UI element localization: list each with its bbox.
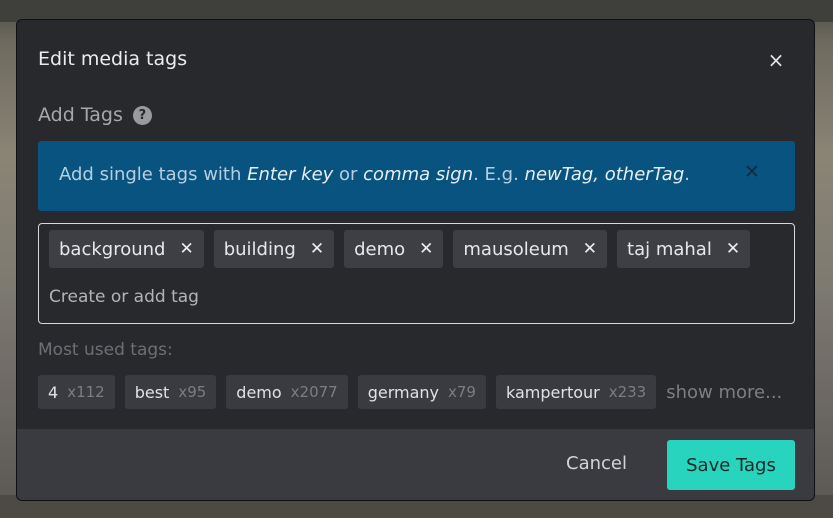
most-used-tag[interactable]: best x95 <box>124 375 217 409</box>
most-used-tag-count: x95 <box>178 383 207 401</box>
add-tags-label: Add Tags <box>38 104 123 126</box>
create-tag-input[interactable] <box>49 287 649 307</box>
save-tags-button[interactable]: Save Tags <box>667 440 795 490</box>
cancel-button[interactable]: Cancel <box>566 453 627 474</box>
tag-input-box[interactable]: background ✕ building ✕ demo ✕ mausoleum… <box>38 223 795 324</box>
info-alert: Add single tags with Enter key or comma … <box>38 141 795 211</box>
most-used-tag[interactable]: demo x2077 <box>226 375 348 409</box>
info-emphasis-enter-key: Enter key <box>247 164 334 185</box>
most-used-tag-count: x112 <box>67 383 105 401</box>
info-text-part: . <box>684 164 690 185</box>
modal-title: Edit media tags <box>38 48 188 70</box>
most-used-tag-name: demo <box>236 382 282 402</box>
tag-chip: taj mahal ✕ <box>617 230 751 268</box>
edit-tags-modal: Edit media tags × Add Tags ? Add single … <box>16 19 815 501</box>
most-used-tag-count: x2077 <box>290 383 338 401</box>
most-used-tag-name: 4 <box>48 382 59 402</box>
add-tags-label-row: Add Tags ? <box>38 104 152 126</box>
help-icon[interactable]: ? <box>132 105 152 125</box>
tag-chip: mausoleum ✕ <box>453 230 608 268</box>
tag-chip: demo ✕ <box>344 230 444 268</box>
info-text-part: . E.g. <box>473 164 525 185</box>
tag-chip: background ✕ <box>49 230 204 268</box>
most-used-tag[interactable]: 4 x112 <box>38 375 115 409</box>
tag-chip: building ✕ <box>213 230 335 268</box>
selected-tags: background ✕ building ✕ demo ✕ mausoleum… <box>49 230 751 268</box>
remove-tag-icon[interactable]: ✕ <box>179 239 193 259</box>
most-used-tag-name: germany <box>367 382 440 402</box>
dismiss-info-icon[interactable]: ✕ <box>744 161 760 183</box>
remove-tag-icon[interactable]: ✕ <box>583 239 597 259</box>
most-used-tag-name: best <box>134 382 170 402</box>
remove-tag-icon[interactable]: ✕ <box>310 239 324 259</box>
most-used-tag-count: x233 <box>608 383 647 401</box>
info-text-part: or <box>333 164 364 185</box>
tag-label: taj mahal <box>627 238 712 260</box>
tag-label: background <box>59 238 166 260</box>
info-text: Add single tags with Enter key or comma … <box>59 164 690 185</box>
most-used-tag[interactable]: kampertour x233 <box>495 375 657 409</box>
remove-tag-icon[interactable]: ✕ <box>419 239 433 259</box>
remove-tag-icon[interactable]: ✕ <box>726 239 740 259</box>
info-emphasis-example: newTag, otherTag <box>524 164 685 185</box>
show-more-link[interactable]: show more... <box>666 382 782 403</box>
close-icon[interactable]: × <box>766 49 786 71</box>
info-emphasis-comma-sign: comma sign <box>363 164 474 185</box>
tag-label: mausoleum <box>463 238 569 260</box>
most-used-tag-name: kampertour <box>505 382 600 402</box>
info-text-part: Add single tags with <box>59 164 248 185</box>
tag-label: building <box>223 238 296 260</box>
most-used-tag[interactable]: germany x79 <box>357 375 486 409</box>
most-used-tag-count: x79 <box>448 383 476 401</box>
most-used-tags: 4 x112 best x95 demo x2077 germany x79 k… <box>38 375 782 409</box>
tag-label: demo <box>354 238 406 260</box>
modal-footer: Cancel Save Tags <box>17 429 814 500</box>
most-used-label: Most used tags: <box>38 340 173 360</box>
